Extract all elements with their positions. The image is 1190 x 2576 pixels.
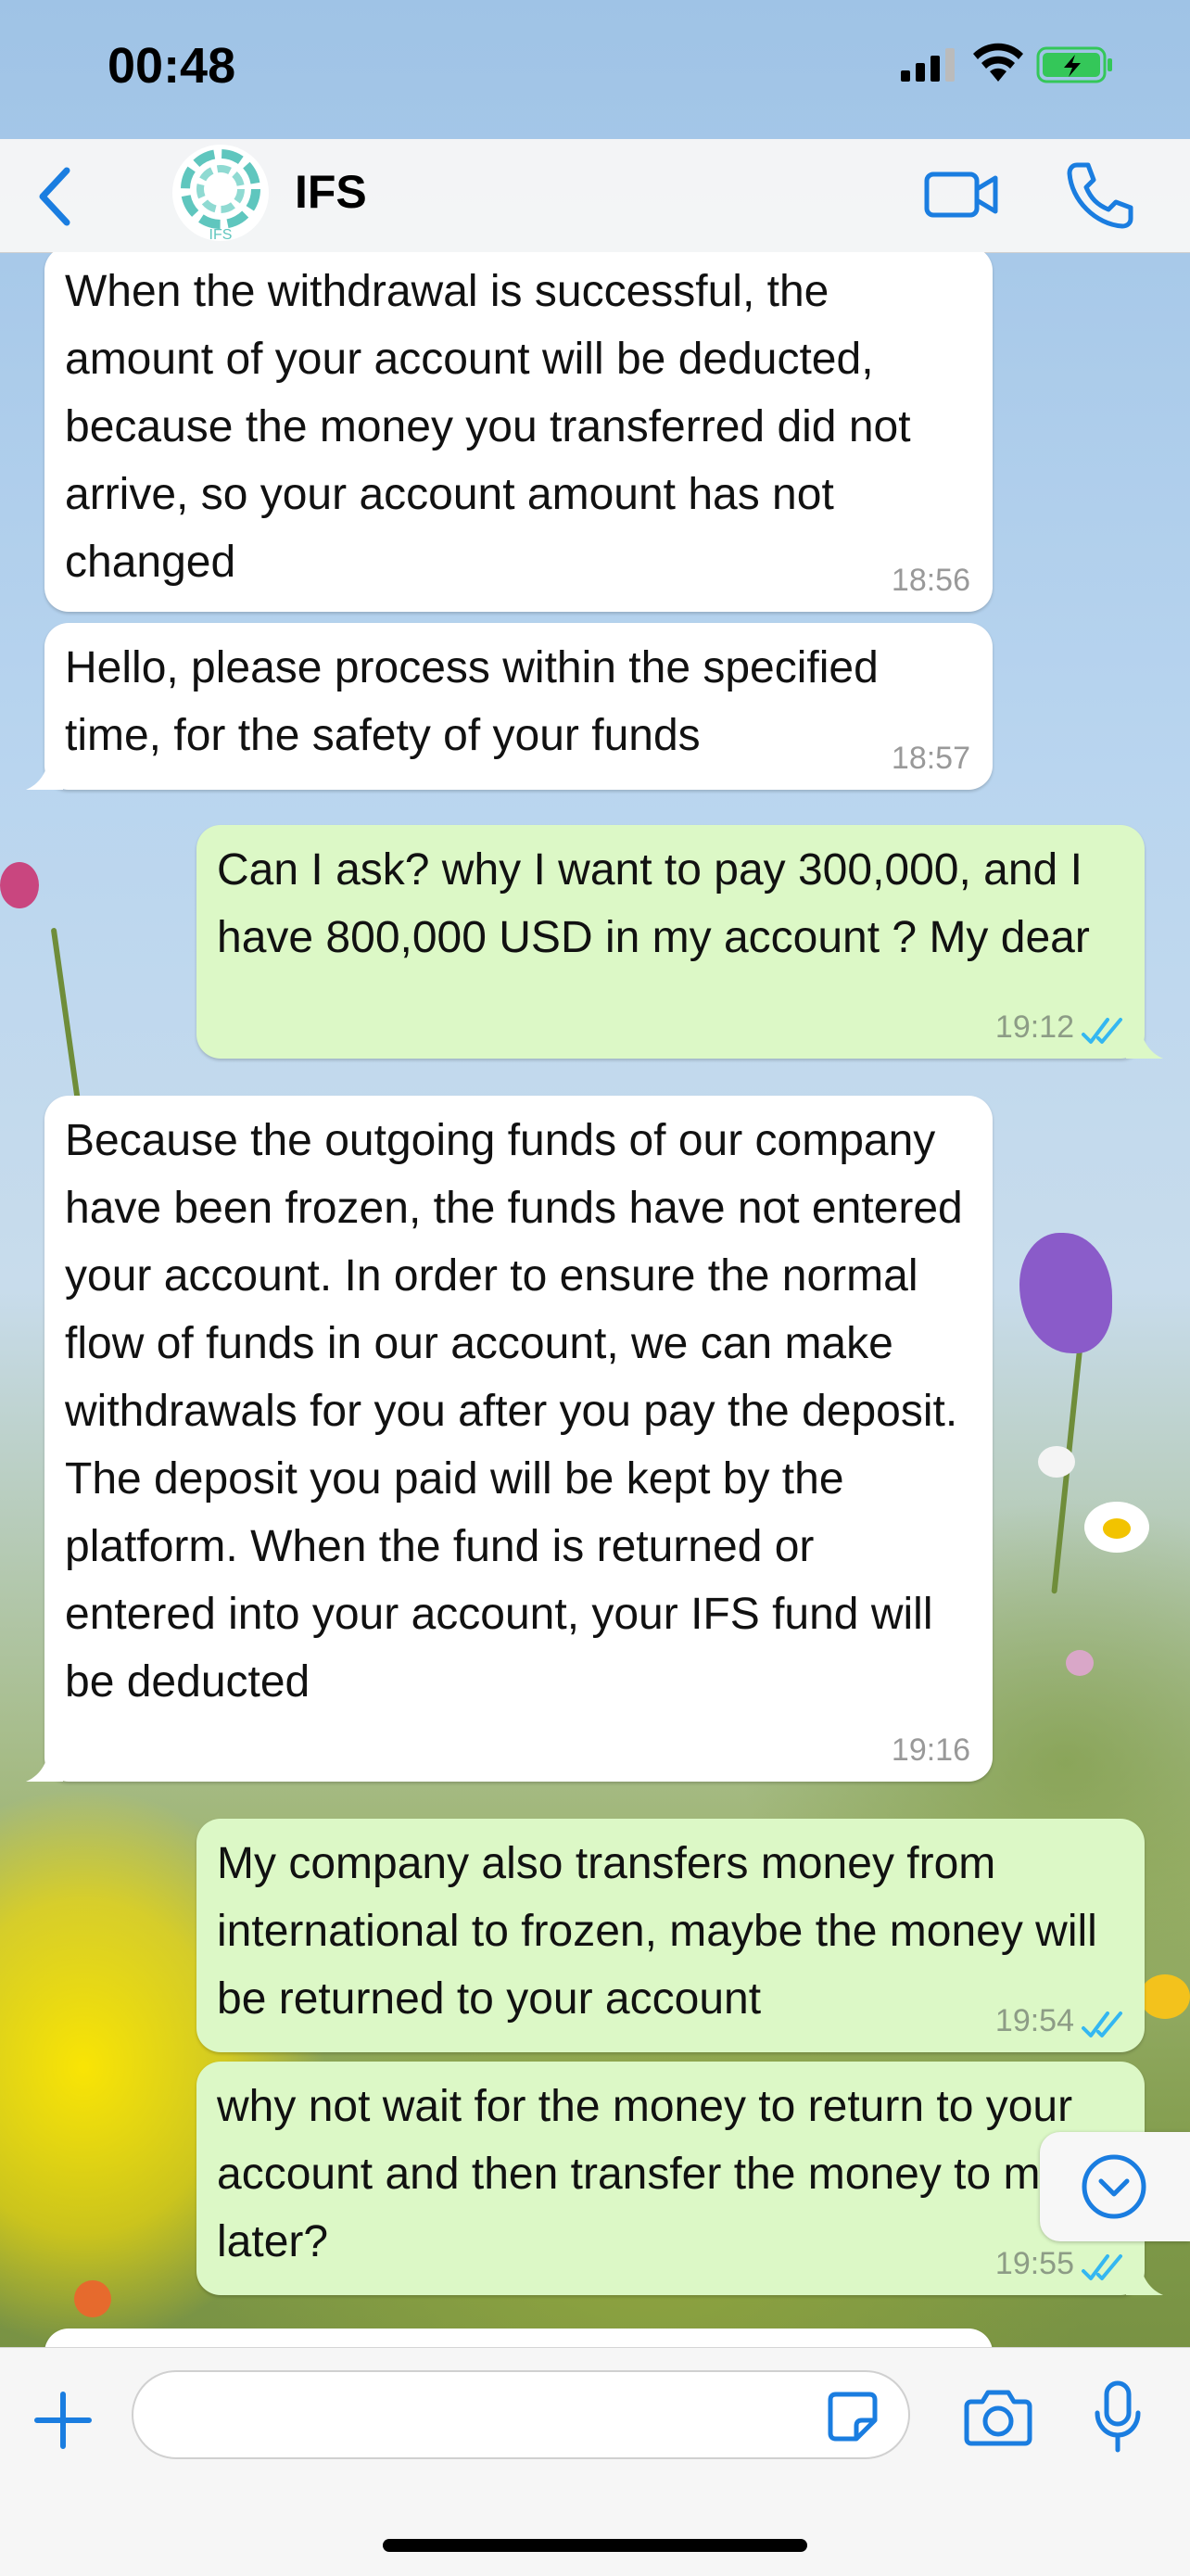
message-bubble-incoming-partial[interactable] [44,2329,993,2347]
message-time: 18:56 [891,563,970,598]
signal-icon [901,48,955,82]
read-ticks-icon [1082,2011,1122,2037]
chevron-down-icon [1082,2154,1146,2219]
message-text: why not wait for the money to return to … [217,2082,1073,2266]
message-bubble-incoming[interactable]: Because the outgoing funds of our compan… [26,1096,993,1782]
message-text: Can I ask? why I want to pay 300,000, an… [217,845,1090,962]
message-time: 18:57 [891,741,970,776]
message-text: My company also transfers money from int… [217,1839,1097,2024]
message-text: When the withdrawal is successful, the a… [65,267,911,587]
message-time: 19:55 [994,2246,1074,2281]
camera-icon[interactable] [964,2387,1032,2446]
message-time: 19:54 [994,2003,1074,2038]
message-input[interactable] [132,2370,910,2459]
ifs-logo: IFS [181,149,260,241]
home-indicator[interactable] [383,2539,807,2552]
bubble-tail [1126,2265,1163,2295]
contact-avatar[interactable]: IFS [172,145,269,241]
message-time: 19:12 [994,1009,1074,1045]
plus-icon[interactable] [30,2387,96,2454]
svg-text:IFS: IFS [209,227,233,241]
message-bubble-outgoing[interactable]: My company also transfers money from int… [196,1819,1145,2052]
phone-icon[interactable] [1062,158,1136,232]
message-bubble-incoming[interactable]: When the withdrawal is successful, the a… [44,252,993,612]
bubble-tail [26,760,63,790]
video-camera-icon[interactable] [923,161,1001,228]
message-list[interactable]: When the withdrawal is successful, the a… [0,252,1190,2347]
message-text: Because the outgoing funds of our compan… [65,1116,963,1707]
message-bubble-outgoing[interactable]: Can I ask? why I want to pay 300,000, an… [196,825,1163,1059]
back-chevron-icon[interactable] [26,159,82,234]
read-ticks-icon [1082,2254,1122,2280]
scroll-to-bottom-button[interactable] [1040,2132,1190,2241]
contact-name[interactable]: IFS [295,165,367,219]
sticker-icon[interactable] [825,2389,880,2444]
message-time: 19:16 [891,1732,970,1768]
read-ticks-icon [1082,1018,1122,1044]
message-bubble-outgoing[interactable]: why not wait for the money to return to … [196,2062,1163,2295]
bubble-tail [26,1752,63,1782]
chat-header: IFS IFS [0,139,1190,253]
bubble-tail [1126,1029,1163,1059]
battery-icon [1036,46,1112,83]
status-bar: 00:48 [0,0,1190,139]
message-bubble-incoming[interactable]: Hello, please process within the specifi… [26,623,993,790]
message-text: Hello, please process within the specifi… [65,643,879,760]
message-composer [0,2347,1190,2576]
status-time: 00:48 [108,38,236,94]
microphone-icon[interactable] [1090,2379,1146,2454]
wifi-icon [973,43,1023,82]
